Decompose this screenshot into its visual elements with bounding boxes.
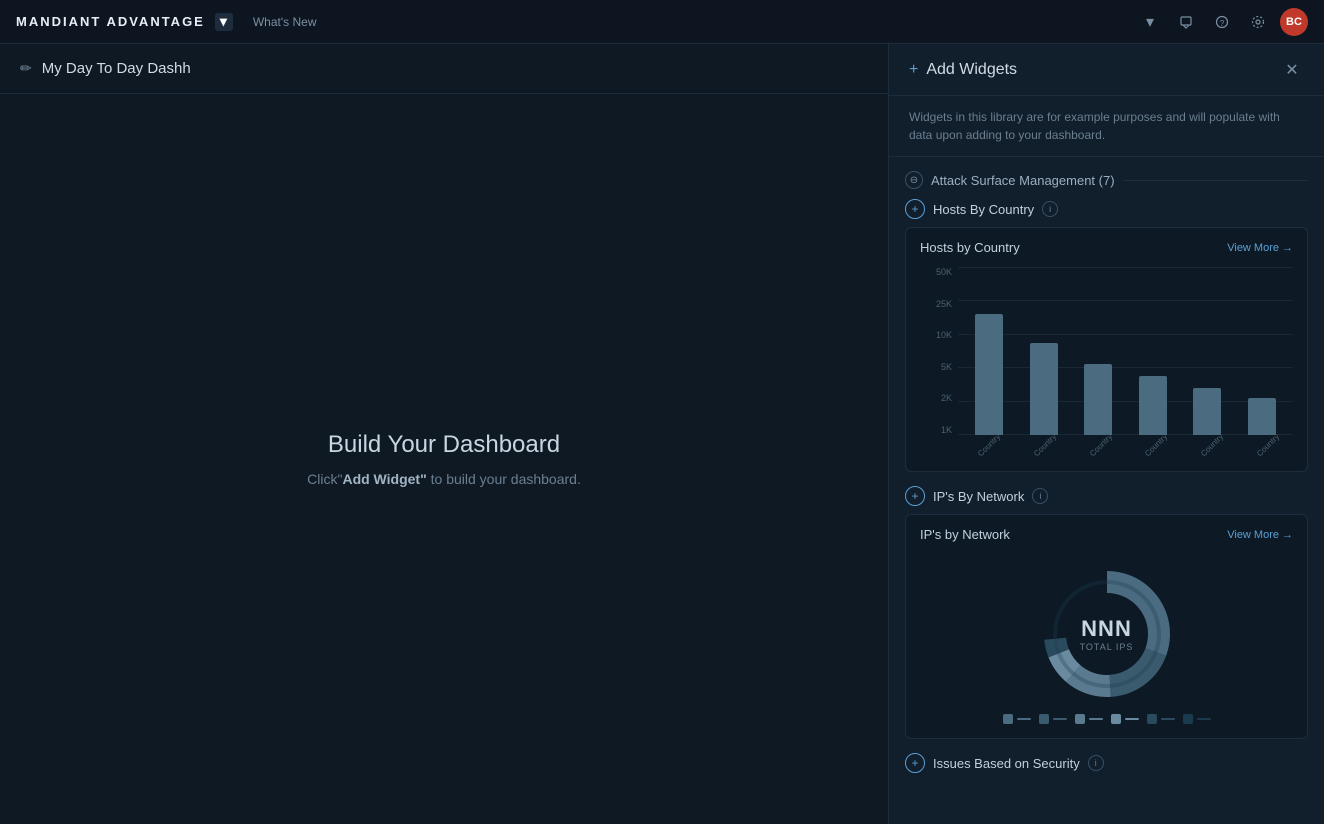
view-more-hosts[interactable]: View More → [1227,242,1293,254]
panel-plus-icon: + [909,61,918,79]
legend-item-6 [1183,714,1211,724]
section-title-attack-surface: Attack Surface Management (7) [931,173,1115,188]
widget-info-icon-issues[interactable]: i [1088,755,1104,771]
legend-item-3 [1075,714,1103,724]
widget-add-button-hosts-by-country[interactable]: + [905,199,925,219]
dashboard-area: ✏ My Day To Day Dashh Build Your Dashboa… [0,44,888,824]
bar-country-6 [1235,267,1290,435]
dashboard-header: ✏ My Day To Day Dashh [0,44,888,94]
widget-info-icon-ips[interactable]: i [1032,488,1048,504]
widget-info-icon-hosts-by-country[interactable]: i [1042,201,1058,217]
preview-card-hosts-by-country: Hosts by Country View More → 50K 25K [905,227,1308,472]
dashboard-title: My Day To Day Dashh [42,60,191,77]
widget-add-button-issues[interactable]: + [905,753,925,773]
help-icon[interactable]: ? [1208,8,1236,36]
bar-country-4 [1126,267,1181,435]
settings-icon[interactable] [1244,8,1272,36]
donut-label: TOTAL IPS [1080,642,1134,652]
preview-card-header-ips: IP's by Network View More → [906,515,1307,554]
legend-item-4 [1111,714,1139,724]
bar-country-2 [1017,267,1072,435]
donut-legend [1003,714,1211,724]
subtitle-suffix: to build your dashboard. [427,471,581,487]
bar-chart-hosts-by-country: 50K 25K 10K 5K 2K 1K [906,267,1307,471]
widget-item-header: + Hosts By Country i [905,199,1308,219]
panel-close-button[interactable]: ✕ [1280,58,1304,82]
section-divider [1123,180,1308,181]
section-attack-surface-header: ⊖ Attack Surface Management (7) [905,157,1308,199]
bar-country-5 [1180,267,1235,435]
preview-card-ips: IP's by Network View More → [905,514,1308,739]
nav-right-actions: ▾ ? BC [1136,8,1308,36]
widget-name-issues: Issues Based on Security [933,756,1080,771]
panel-body: ⊖ Attack Surface Management (7) + Hosts … [889,157,1324,824]
top-navigation: MANDIANT ADVANTAGE ▾ What's New ▾ ? BC [0,0,1324,44]
subtitle-prefix: Click" [307,471,342,487]
svg-text:?: ? [1220,19,1225,28]
logo-text: MANDIANT ADVANTAGE [16,14,205,29]
logo: MANDIANT ADVANTAGE ▾ [16,13,233,31]
widget-name-hosts-by-country: Hosts By Country [933,202,1034,217]
donut-chart-ips: NNN TOTAL IPS [906,554,1307,738]
nav-dropdown-chevron[interactable]: ▾ [215,13,233,31]
panel-title: Add Widgets [926,61,1272,79]
legend-item-1 [1003,714,1031,724]
edit-title-icon[interactable]: ✏ [20,60,32,77]
preview-card-header: Hosts by Country View More → [906,228,1307,267]
donut-value: NNN [1080,616,1134,642]
legend-item-5 [1147,714,1175,724]
nav-filter-dropdown[interactable]: ▾ [1136,8,1164,36]
widget-add-button-ips[interactable]: + [905,486,925,506]
dashboard-content: Build Your Dashboard Click"Add Widget" t… [0,94,888,824]
view-more-ips[interactable]: View More → [1227,529,1293,541]
bar-country-1 [962,267,1017,435]
panel-header: + Add Widgets ✕ [889,44,1324,96]
build-title: Build Your Dashboard [328,431,560,459]
preview-card-title-ips: IP's by Network [920,527,1010,542]
notification-icon[interactable] [1172,8,1200,36]
legend-item-2 [1039,714,1067,724]
whats-new-link[interactable]: What's New [253,15,317,29]
widget-issues-security: + Issues Based on Security i [905,753,1308,773]
subtitle-bold: Add Widget" [342,471,426,487]
panel-description: Widgets in this library are for example … [889,96,1324,157]
widget-ips-by-network: + IP's By Network i IP's by Network View… [905,486,1308,739]
widget-ips-header: + IP's By Network i [905,486,1308,506]
widget-name-ips: IP's By Network [933,489,1024,504]
right-panel: + Add Widgets ✕ Widgets in this library … [888,44,1324,824]
widget-hosts-by-country: + Hosts By Country i Hosts by Country Vi… [905,199,1308,472]
build-subtitle: Click"Add Widget" to build your dashboar… [307,471,581,487]
main-area: ✏ My Day To Day Dashh Build Your Dashboa… [0,44,1324,824]
preview-card-title-hosts: Hosts by Country [920,240,1020,255]
user-avatar[interactable]: BC [1280,8,1308,36]
bar-country-3 [1071,267,1126,435]
widget-issues-header: + Issues Based on Security i [905,753,1308,773]
section-collapse-button[interactable]: ⊖ [905,171,923,189]
